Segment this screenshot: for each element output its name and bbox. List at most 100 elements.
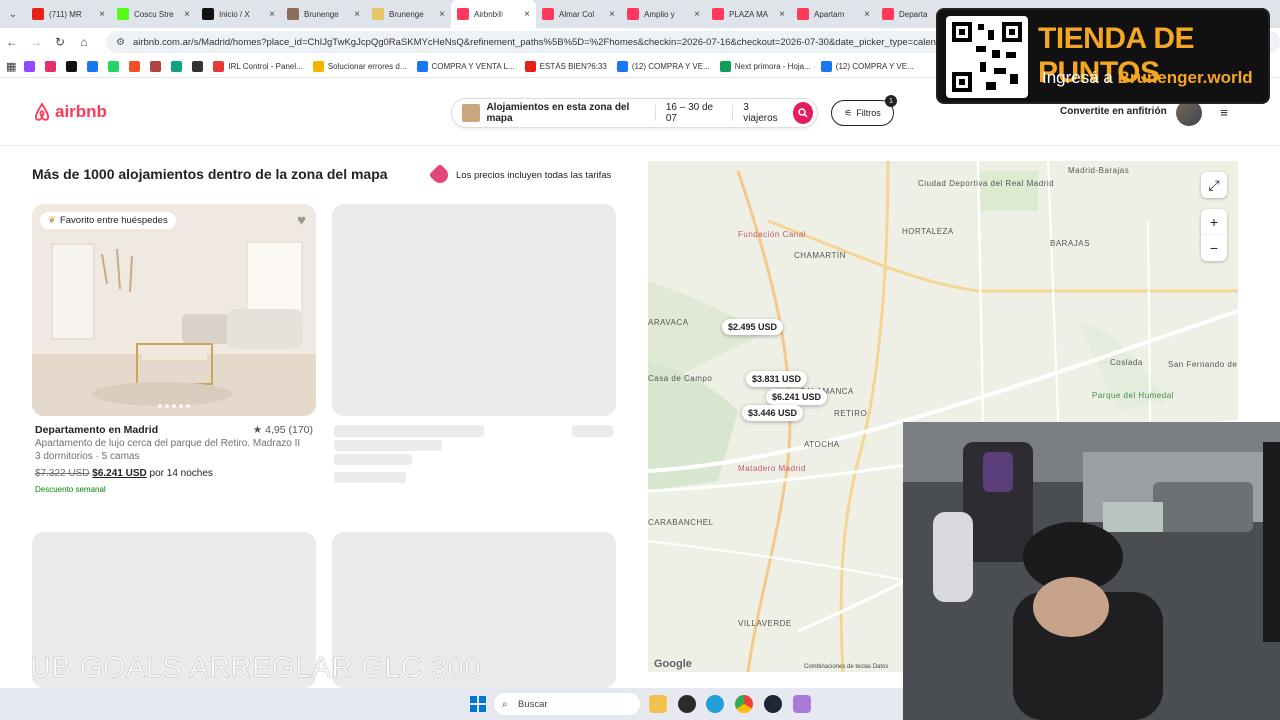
search-pill[interactable]: Alojamientos en esta zona del mapa 16 – …	[451, 98, 818, 128]
tab-close-icon[interactable]: ×	[609, 9, 615, 20]
browser-tab[interactable]: Brunenge ×	[366, 0, 451, 28]
browser-tab[interactable]: Inicio / X ×	[196, 0, 281, 28]
tab-close-icon[interactable]: ×	[354, 9, 360, 20]
map-label: CHAMARTÍN	[794, 251, 846, 260]
forward-arrow-icon[interactable]: →	[24, 35, 48, 49]
browser-tab[interactable]: PLAZA MA ×	[706, 0, 791, 28]
obs-icon[interactable]	[678, 695, 696, 713]
tab-label: Airbnb®	[474, 9, 504, 19]
taskbar-search-label: Buscar	[518, 698, 548, 710]
browser-tab[interactable]: Almar Col ×	[536, 0, 621, 28]
expand-map-icon[interactable]: ⤢	[1201, 172, 1227, 198]
listing-title-row: Departamento en Madrid ★ 4,95 (170)	[32, 424, 316, 436]
browser-tab[interactable]: Apartam ×	[791, 0, 876, 28]
tab-label: Brunenge	[389, 9, 424, 19]
site-settings-icon[interactable]: ⚙	[116, 37, 125, 48]
home-icon[interactable]: ⌂	[72, 35, 96, 49]
bookmark-item[interactable]	[108, 61, 123, 72]
bookmark-item[interactable]	[45, 61, 60, 72]
apps-grid-icon[interactable]: ▦	[6, 60, 16, 73]
edge-icon[interactable]	[706, 695, 724, 713]
windows-start-icon[interactable]	[470, 696, 486, 712]
tab-favicon-icon	[117, 8, 129, 20]
bookmark-item[interactable]	[24, 61, 39, 72]
browser-tab[interactable]: Amplio y ×	[621, 0, 706, 28]
bookmark-item[interactable]	[66, 61, 81, 72]
browser-tab[interactable]: (711) MR ×	[26, 0, 111, 28]
bookmark-item[interactable]: Solucionar errores d...	[312, 61, 407, 72]
browser-tab[interactable]: Airbnb® ×	[451, 0, 536, 28]
browser-tab[interactable]: Coscu Stre ×	[111, 0, 196, 28]
tab-label: PLAZA MA	[729, 9, 769, 19]
search-button[interactable]	[792, 102, 813, 124]
bookmark-favicon-icon	[171, 61, 183, 72]
search-place[interactable]: Alojamientos en esta zona del mapa	[486, 102, 654, 124]
chrome-icon[interactable]	[735, 695, 753, 713]
back-arrow-icon[interactable]: ←	[0, 35, 24, 49]
bookmark-item[interactable]: ESTÁS BIEN?6:33	[524, 61, 607, 72]
zoom-in-icon[interactable]: +	[1201, 209, 1227, 235]
listing-photo[interactable]: ❦ Favorito entre huéspedes ♥	[32, 204, 316, 416]
tab-close-icon[interactable]: ×	[524, 9, 530, 20]
skeleton-photo	[332, 204, 616, 416]
search-dates[interactable]: 16 – 30 de 07	[656, 102, 732, 124]
tab-close-icon[interactable]: ×	[269, 9, 275, 20]
bookmark-item[interactable]: COMPRA Y VENTA L...	[416, 61, 515, 72]
listing-price-suffix: por 14 noches	[149, 468, 213, 479]
map-price-pin[interactable]: $2.495 USD	[722, 319, 784, 335]
listing-details: 3 dormitorios · 5 camas	[35, 451, 140, 462]
map-footer-links[interactable]: Combinaciones de teclas Datos	[804, 664, 888, 670]
file-explorer-icon[interactable]	[649, 695, 667, 713]
bookmark-item[interactable]	[192, 61, 207, 72]
browser-tab[interactable]: Brunenge ×	[281, 0, 366, 28]
results-title: Más de 1000 alojamientos dentro de la zo…	[32, 166, 388, 182]
map-label: Fundación Canal	[738, 230, 806, 239]
steam-icon[interactable]	[764, 695, 782, 713]
bookmark-item[interactable]: Next primora - Hoja...	[719, 61, 811, 72]
tab-close-icon[interactable]: ×	[864, 9, 870, 20]
price-tag-icon	[428, 163, 452, 187]
bookmark-item[interactable]	[150, 61, 165, 72]
bookmark-item[interactable]	[129, 61, 144, 72]
bookmark-item[interactable]	[171, 61, 186, 72]
listing-title: Departamento en Madrid	[35, 424, 159, 436]
filters-count-badge: 1	[885, 95, 897, 107]
tab-label: (711) MR	[49, 9, 82, 19]
heart-icon[interactable]: ♥	[297, 212, 306, 229]
listing-card-skeleton	[332, 204, 616, 416]
become-host-link[interactable]: Convertite en anfitrión	[1060, 106, 1167, 117]
map-price-pin[interactable]: $6.241 USD	[766, 389, 828, 405]
bookmark-label: (12) COMPRA Y VE...	[631, 62, 710, 71]
search-guests[interactable]: 3 viajeros	[733, 102, 793, 124]
bookmark-item[interactable]	[87, 61, 102, 72]
reload-icon[interactable]: ↻	[48, 35, 72, 49]
taskbar-search-box[interactable]: ⌕ Buscar	[494, 693, 640, 715]
map-price-pin[interactable]: $3.446 USD	[742, 405, 804, 421]
tab-favicon-icon	[287, 8, 299, 20]
tab-search-chevron-icon[interactable]: ⌄	[0, 0, 26, 28]
tab-close-icon[interactable]: ×	[184, 9, 190, 20]
stream-promo-overlay: TIENDA DE PUNTOS Ingresá a Brunenger.wor…	[936, 8, 1270, 104]
bookmark-favicon-icon	[150, 61, 162, 72]
app-icon[interactable]	[793, 695, 811, 713]
tab-favicon-icon	[372, 8, 384, 20]
bookmark-item[interactable]: (12) COMPRA Y VE...	[616, 61, 710, 72]
skeleton-line	[334, 440, 442, 451]
bookmark-item[interactable]: IRL Control - Panel...	[213, 61, 303, 72]
listing-card[interactable]: ❦ Favorito entre huéspedes ♥ Departament…	[32, 204, 316, 494]
tab-close-icon[interactable]: ×	[439, 9, 445, 20]
promo-subtitle: Ingresá a Brunenger.world	[1042, 68, 1253, 88]
tab-favicon-icon	[712, 8, 724, 20]
laurel-icon: ❦	[48, 215, 56, 226]
photo-pager-dots[interactable]	[158, 404, 193, 408]
tab-close-icon[interactable]: ×	[694, 9, 700, 20]
tab-favicon-icon	[542, 8, 554, 20]
filters-button[interactable]: ⚟ Filtros 1	[831, 95, 897, 126]
tab-close-icon[interactable]: ×	[99, 9, 105, 20]
tab-close-icon[interactable]: ×	[779, 9, 785, 20]
bookmark-item[interactable]: (12) COMPRA Y VE...	[820, 61, 914, 72]
map-price-pin[interactable]: $3.831 USD	[746, 371, 808, 387]
airbnb-logo[interactable]: airbnb	[32, 102, 107, 122]
listing-new-price[interactable]: $6.241 USD	[92, 468, 146, 479]
zoom-out-icon[interactable]: −	[1201, 235, 1227, 261]
